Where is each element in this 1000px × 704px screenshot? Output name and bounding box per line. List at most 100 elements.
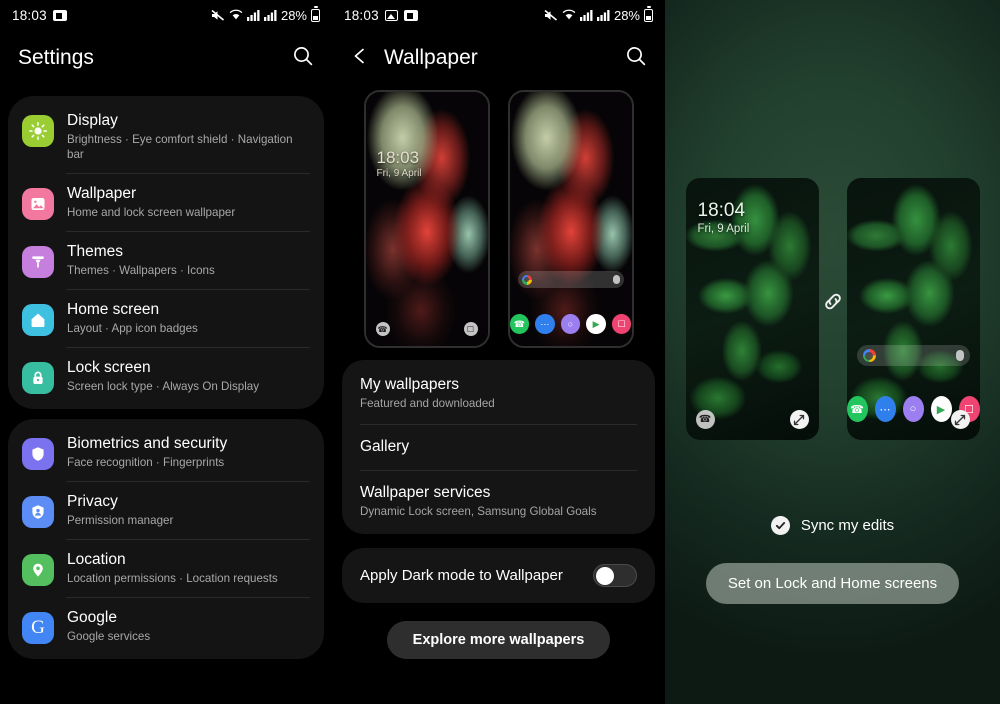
google-g-icon: G (22, 612, 54, 644)
wallpaper-preview-row: 18:03 Fri, 9 April ☎ ☐ ☎ ⋯ ○ ▶ ☐ (332, 90, 665, 348)
page-title: Settings (18, 46, 94, 69)
sync-my-edits-row[interactable]: Sync my edits (665, 516, 1000, 535)
page-title: Wallpaper (384, 46, 478, 69)
settings-item-subtitle: Screen lock type · Always On Display (67, 380, 260, 393)
settings-app-bar: Settings (0, 30, 332, 86)
wifi-icon (562, 9, 576, 21)
settings-item-text: Display Brightness · Eye comfort shield … (67, 111, 310, 162)
search-icon[interactable] (625, 45, 647, 72)
explore-more-wallpapers-button[interactable]: Explore more wallpapers (386, 621, 611, 659)
status-time: 18:03 (12, 7, 47, 23)
screenshot-icon (403, 9, 418, 21)
phone-icon: ☎ (695, 410, 715, 429)
sidebar-item-lock-screen[interactable]: Lock screen Screen lock type · Always On… (8, 347, 324, 405)
lock-screen-large-preview[interactable]: 18:04 Fri, 9 April ☎ (685, 178, 819, 440)
settings-item-title: Google (67, 609, 117, 626)
expand-icon[interactable] (789, 410, 809, 429)
check-circle-icon[interactable] (770, 516, 790, 535)
sidebar-item-google[interactable]: G Google Google services (8, 597, 324, 655)
settings-group-1: Display Brightness · Eye comfort shield … (8, 96, 324, 409)
settings-item-subtitle: Layout · App icon badges (67, 322, 198, 335)
settings-item-title: Themes (67, 243, 123, 260)
option-my-wallpapers[interactable]: My wallpapers Featured and downloaded (342, 362, 655, 424)
google-g-icon (521, 274, 532, 285)
search-icon[interactable] (292, 45, 314, 72)
option-gallery[interactable]: Gallery (342, 424, 655, 470)
sidebar-item-themes[interactable]: Themes Themes · Wallpapers · Icons (8, 231, 324, 289)
settings-item-subtitle: Google services (67, 630, 151, 643)
preview-date: Fri, 9 April (697, 223, 750, 235)
settings-item-title: Location (67, 551, 126, 568)
settings-item-text: Home screen Layout · App icon badges (67, 300, 198, 336)
location-pin-icon (22, 554, 54, 586)
status-bar-wallpaper: 18:03 28% (332, 0, 665, 30)
sidebar-item-privacy[interactable]: Privacy Permission manager (8, 481, 324, 539)
mute-icon (544, 9, 558, 22)
settings-item-subtitle: Location permissions · Location requests (67, 572, 278, 585)
settings-item-subtitle: Themes · Wallpapers · Icons (67, 264, 215, 277)
sidebar-item-display[interactable]: Display Brightness · Eye comfort shield … (8, 100, 324, 173)
settings-item-title: Wallpaper (67, 185, 137, 202)
google-g-icon (862, 349, 876, 362)
screenshot-root: 18:03 28% Settings Display Brightness · … (0, 0, 1000, 704)
sidebar-item-home-screen[interactable]: Home screen Layout · App icon badges (8, 289, 324, 347)
google-search-bar (856, 345, 970, 366)
messages-icon: ⋯ (874, 396, 896, 422)
settings-item-text: Themes Themes · Wallpapers · Icons (67, 242, 215, 278)
settings-item-title: Home screen (67, 301, 160, 318)
sidebar-item-biometrics-and-security[interactable]: Biometrics and security Face recognition… (8, 423, 324, 481)
link-icon (820, 288, 846, 319)
settings-item-text: Location Location permissions · Location… (67, 550, 278, 586)
phone-icon: ☎ (846, 396, 868, 422)
home-screen-preview[interactable]: ☎ ⋯ ○ ▶ ☐ (507, 90, 634, 348)
settings-item-text: Wallpaper Home and lock screen wallpaper (67, 184, 235, 220)
paint-roller-icon (22, 246, 54, 278)
preview-date: Fri, 9 April (376, 168, 422, 179)
phone-icon: ☎ (509, 314, 530, 334)
expand-icon[interactable] (950, 410, 970, 429)
status-bar-left: 18:03 (12, 8, 67, 23)
settings-item-text: Biometrics and security Face recognition… (67, 434, 227, 470)
sidebar-item-location[interactable]: Location Location permissions · Location… (8, 539, 324, 597)
wallpaper-panel: 18:03 28% Wallpaper 18:03 Fri, 9 April ☎… (332, 0, 665, 704)
battery-percent: 28% (613, 7, 640, 23)
toggle-label: Apply Dark mode to Wallpaper (360, 567, 563, 584)
internet-icon: ○ (560, 314, 581, 334)
back-chevron-icon[interactable] (350, 46, 370, 71)
sidebar-item-wallpaper[interactable]: Wallpaper Home and lock screen wallpaper (8, 173, 324, 231)
dark-mode-toggle[interactable] (593, 564, 637, 587)
settings-item-title: Display (67, 112, 118, 129)
signal-icon-2 (263, 9, 277, 21)
privacy-shield-icon (22, 496, 54, 528)
dock: ☎ ⋯ ○ ▶ ☐ (509, 314, 632, 334)
signal-icon (579, 9, 593, 21)
mute-icon (211, 9, 225, 22)
preview-clock: 18:03 (376, 148, 420, 167)
settings-item-text: Privacy Permission manager (67, 492, 173, 528)
phone-icon: ☎ (375, 322, 390, 336)
toggle-knob (596, 567, 614, 585)
lock-screen-preview[interactable]: 18:03 Fri, 9 April ☎ ☐ (363, 90, 490, 348)
wallpaper-app-bar: Wallpaper (332, 30, 665, 86)
battery-icon (644, 6, 653, 22)
wallpaper-thumbnail-floral (365, 92, 488, 346)
sync-label: Sync my edits (800, 517, 895, 534)
shield-icon (22, 438, 54, 470)
status-bar-right: 28% (211, 6, 320, 23)
play-store-icon: ▶ (586, 314, 606, 334)
option-subtitle: Featured and downloaded (360, 397, 495, 410)
settings-item-subtitle: Home and lock screen wallpaper (67, 206, 236, 219)
option-wallpaper-services[interactable]: Wallpaper services Dynamic Lock screen, … (342, 470, 655, 532)
camera-icon: ☐ (463, 322, 478, 336)
settings-item-text: Google Google services (67, 608, 150, 644)
battery-icon (311, 6, 320, 22)
apply-dark-mode-row[interactable]: Apply Dark mode to Wallpaper (342, 548, 655, 603)
home-screen-large-preview[interactable]: ☎ ⋯ ○ ▶ ☐ (846, 178, 980, 440)
option-title: Gallery (360, 438, 410, 455)
status-time: 18:03 (344, 7, 379, 23)
settings-item-subtitle: Permission manager (67, 514, 174, 527)
set-on-lock-and-home-screens-button[interactable]: Set on Lock and Home screens (705, 563, 960, 604)
home-icon (22, 304, 54, 336)
image-icon (22, 188, 54, 220)
signal-icon (246, 9, 260, 21)
